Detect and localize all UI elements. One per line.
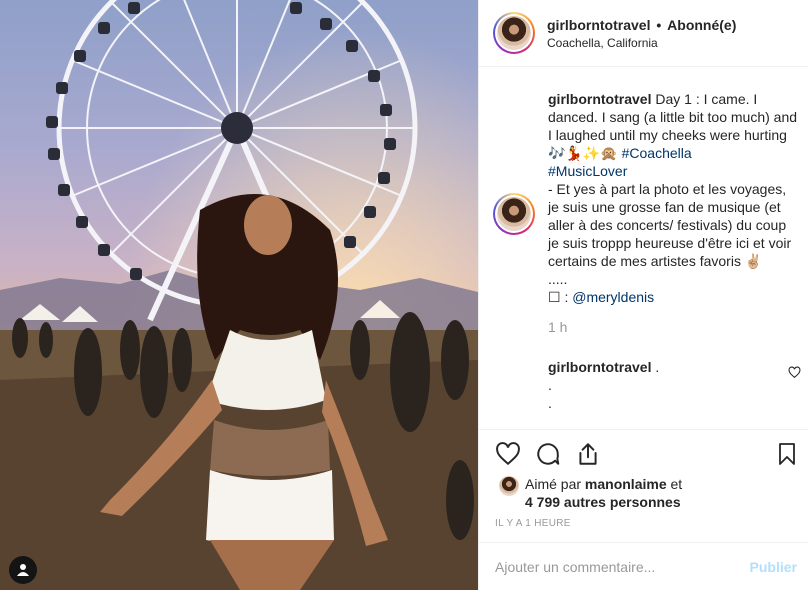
comment-icon[interactable]	[535, 441, 561, 467]
comment-item: girlborntotravel . . .	[548, 358, 798, 412]
post-photo[interactable]	[0, 0, 478, 590]
user-tag-button[interactable]	[9, 556, 37, 584]
comment-line-3: .	[548, 395, 552, 411]
likes-summary: Aimé par manonlaime et 4 799 autres pers…	[499, 475, 682, 511]
liker-avatar[interactable]	[499, 476, 519, 496]
separator-dot: •	[652, 16, 666, 33]
caption-avatar[interactable]	[493, 193, 535, 235]
follow-status[interactable]: Abonné(e)	[667, 17, 736, 33]
user-tag-icon	[17, 564, 29, 576]
action-bar: Aimé par manonlaime et 4 799 autres pers…	[479, 429, 808, 541]
likes-others[interactable]: 4 799 autres personnes	[525, 494, 681, 510]
author-avatar[interactable]	[493, 12, 535, 54]
caption-ellipsis: .....	[548, 271, 568, 287]
mention-meryldenis[interactable]: @meryldenis	[572, 289, 654, 305]
comment-input[interactable]	[495, 558, 750, 575]
add-comment-bar: Publier	[479, 542, 808, 590]
publish-button[interactable]: Publier	[750, 559, 797, 575]
comment-line-1: .	[655, 359, 660, 375]
post-header: girlborntotravel • Abonné(e) Coachella, …	[479, 0, 808, 67]
likes-prefix: Aimé par	[525, 476, 582, 492]
hashtag-musiclover[interactable]: #MusicLover	[548, 163, 627, 179]
comment-like-heart-icon[interactable]	[788, 366, 801, 379]
likes-joiner: et	[670, 476, 683, 492]
caption-text-2: - Et yes à part la photo et les voyages,…	[548, 181, 792, 269]
post-panel: girlborntotravel • Abonné(e) Coachella, …	[478, 0, 808, 590]
author-username[interactable]: girlborntotravel	[547, 17, 650, 33]
share-icon[interactable]	[575, 441, 601, 467]
comment-line-2: .	[548, 377, 552, 393]
hashtag-coachella[interactable]: #Coachella	[622, 145, 692, 161]
bookmark-icon[interactable]	[775, 441, 799, 467]
post-timestamp[interactable]: IL Y A 1 HEURE	[495, 518, 571, 529]
caption-username[interactable]: girlborntotravel	[548, 91, 651, 107]
comment-username[interactable]: girlborntotravel	[548, 359, 651, 375]
heart-icon[interactable]	[495, 441, 521, 467]
camera-credit-icon: ☐ :	[548, 289, 569, 305]
comments-section: girlborntotravel Day 1 : I came. I dance…	[479, 68, 808, 428]
caption-time[interactable]: 1 h	[548, 318, 800, 336]
photo-illustration	[0, 0, 478, 590]
caption: girlborntotravel Day 1 : I came. I dance…	[493, 90, 803, 336]
liker-username[interactable]: manonlaime	[585, 476, 667, 492]
post-location[interactable]: Coachella, California	[547, 35, 736, 51]
